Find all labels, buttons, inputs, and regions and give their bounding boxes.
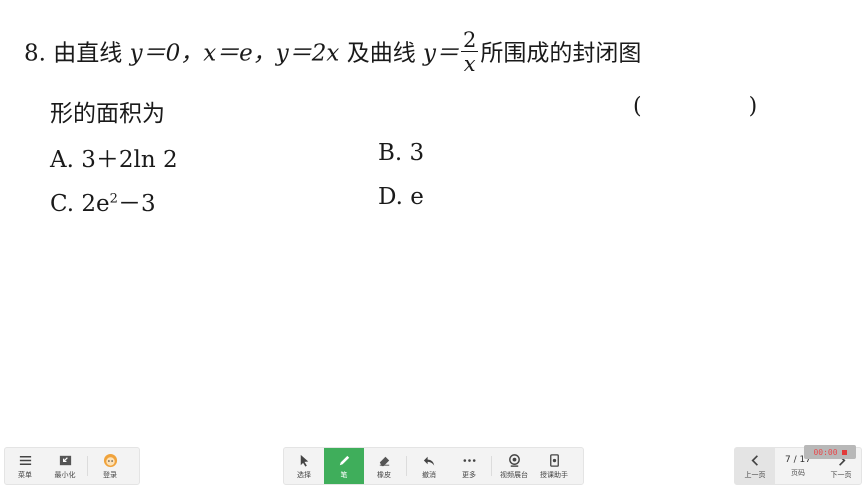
answer-parentheses: ( ) [633,94,808,119]
pen-label: 笔 [340,470,348,479]
toolbar-divider [406,456,407,476]
fraction-numerator: 2 [461,28,479,52]
avatar-icon [103,453,117,467]
menu-label: 菜单 [18,470,32,479]
option-c-tail: －3 [117,191,156,217]
timer-text: 00:00 [813,447,838,457]
undo-button[interactable]: 撤消 [409,448,449,484]
eraser-icon [379,456,389,466]
option-b: B. 3 [378,140,425,166]
undo-label: 撤消 [422,470,436,479]
video-booth-label: 视频展台 [500,470,528,479]
menu-button[interactable]: 菜单 [5,448,45,484]
minimize-button[interactable]: 最小化 [45,448,85,484]
option-c: C. 2e2－3 [50,184,156,218]
tools-toolbar: 选择 笔 橡皮 撤消 更多 视频展台 授课助手 [283,447,584,485]
question-number-text: 8. 由直线 [24,40,130,67]
more-label: 更多 [462,470,476,479]
select-tool-button[interactable]: 选择 [284,448,324,484]
option-c-base: C. 2e [50,191,110,217]
fraction-2-over-x: 2x [461,28,479,76]
chevron-left-icon [750,454,758,466]
fraction-denominator: x [463,52,476,76]
recording-timer[interactable]: 00:00 [804,445,856,459]
option-c-exponent: 2 [109,191,118,207]
minimize-label: 最小化 [54,470,76,479]
webcam-icon [508,453,520,467]
question-line-1: 8. 由直线 y＝0，x＝e，y＝2x 及曲线 y＝ 2 x 所围成的封闭图 [24,28,642,77]
option-d: D. e [378,184,424,210]
left-toolbar: 菜单 最小化 登录 [4,447,140,485]
pen-tool-button[interactable]: 笔 [324,448,364,484]
undo-arrow-icon [423,456,434,466]
minimize-icon [59,455,71,465]
select-label: 选择 [297,470,311,479]
more-dots-icon [463,458,475,462]
login-button[interactable]: 登录 [90,448,130,484]
toolbar-divider [87,456,88,476]
assistant-label: 授课助手 [540,470,568,479]
question-tail-text: 所围成的封闭图 [480,40,642,67]
phone-assistant-icon [549,453,559,467]
question-line-2: 形的面积为 [50,101,165,127]
prev-label: 上一页 [744,470,766,479]
toolbar-divider [491,456,492,476]
question-mid-text: 及曲线 [339,40,424,67]
more-button[interactable]: 更多 [449,448,489,484]
cursor-arrow-icon [300,454,308,467]
teaching-assistant-button[interactable]: 授课助手 [534,448,574,484]
hamburger-icon [19,455,31,465]
login-label: 登录 [103,470,117,479]
video-booth-button[interactable]: 视频展台 [494,448,534,484]
line-equations: y＝0，x＝e，y＝2x [129,40,340,67]
page-number-label: 页码 [791,468,805,477]
curve-y: y＝ [423,40,460,67]
option-a: A. 3＋2ln 2 [50,147,178,173]
eraser-tool-button[interactable]: 橡皮 [364,448,404,484]
eraser-label: 橡皮 [377,470,391,479]
prev-page-button[interactable]: 上一页 [735,448,775,484]
next-label: 下一页 [830,470,852,479]
record-stop-icon [841,449,847,455]
pen-icon [339,455,349,465]
